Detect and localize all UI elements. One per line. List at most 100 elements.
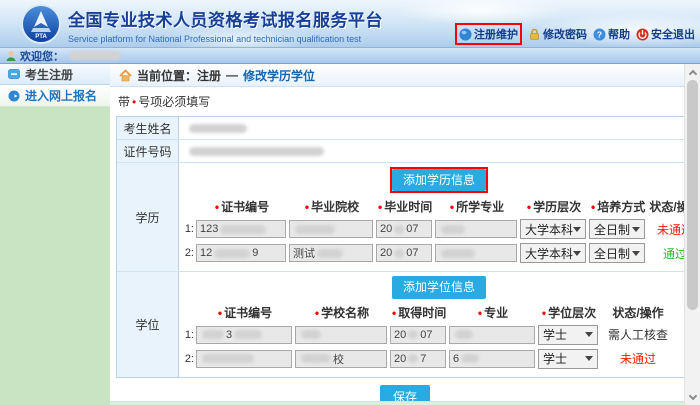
breadcrumb-location: 当前位置：注册 [137,67,221,84]
column-training-mode: •培养方式 [589,198,645,215]
column-degree-level: •学位层次 [538,304,598,321]
graduate-date-input[interactable]: 2007 [376,244,432,262]
site-logo-icon: PTA [20,3,62,45]
degree-columns-header: •证书编号 •学校名称 •取得时间 •专业 •学位层次 状态/操作 [181,304,697,321]
sidebar-item-enter-registration[interactable]: 进入网上报名 [0,85,110,107]
sidebar-item-candidate-register-label: 考生注册 [25,66,73,83]
column-cert-number: •证书编号 [196,198,286,215]
collapse-icon [8,68,20,80]
degree-section-label: 学位 [117,272,179,376]
scroll-down-button[interactable] [685,389,700,405]
training-mode-select[interactable]: 全日制 [589,219,645,239]
school-name-input[interactable] [295,326,387,344]
column-cert-number: •证书编号 [196,304,292,321]
chevron-down-icon [585,356,593,361]
row-index: 2: [181,353,196,365]
graduate-school-input[interactable] [289,220,373,238]
column-obtain-date: •取得时间 [390,304,446,321]
nav-change-password[interactable]: 修改密码 [528,26,587,42]
sidebar-item-enter-registration-label: 进入网上报名 [25,87,97,104]
education-level-select[interactable]: 大学本科 [520,219,586,239]
header-links: 注册维护 修改密码 ? 帮助 安全退出 [455,23,695,45]
lock-icon [528,28,541,41]
major-input[interactable] [435,220,517,238]
major-input[interactable] [449,326,535,344]
add-degree-button[interactable]: 添加学位信息 [392,276,486,298]
sidebar-item-candidate-register[interactable]: 考生注册 [0,64,110,85]
scroll-up-button[interactable] [685,64,700,80]
svg-text:?: ? [597,29,602,39]
site-subtitle: Service platform for National Profession… [68,34,383,44]
education-row-1: 1: 123 2007 大学本科 全日制 未通过 [181,219,697,239]
cert-number-input[interactable]: 3 [196,326,292,344]
column-major: •专业 [449,304,535,321]
row-index: 1: [181,223,196,235]
cert-number-input[interactable]: 123 [196,220,286,238]
cert-number-input[interactable] [196,350,292,368]
power-icon [636,28,649,41]
degree-section-row: 学位 添加学位信息 •证书编号 •学校名称 •取得时间 •专业 •学位层次 状态… [117,272,697,376]
row-index: 1: [181,329,196,341]
chevron-down-icon [585,332,593,337]
column-school-name: •学校名称 [295,304,387,321]
scrollbar-thumb[interactable] [687,80,698,310]
chevron-up-icon [688,69,696,77]
breadcrumb-current-link[interactable]: 修改学历学位 [243,67,315,84]
major-input[interactable] [435,244,517,262]
redacted-username [69,51,121,60]
major-input[interactable]: 6 [449,350,535,368]
vertical-scrollbar[interactable] [684,64,700,405]
home-icon [119,69,132,82]
candidate-name-label: 考生姓名 [117,117,179,139]
column-education-level: •学历层次 [520,198,586,215]
chevron-down-icon [632,227,640,232]
user-icon [5,50,17,62]
column-graduate-school: •毕业院校 [289,198,373,215]
candidate-name-row: 考生姓名 [117,117,697,140]
chevron-down-icon [573,251,581,256]
obtain-date-input[interactable]: 2007 [390,326,446,344]
education-row-2: 2: 129 测试 2007 大学本科 全日制 通过 [181,243,697,263]
education-level-select[interactable]: 大学本科 [520,243,586,263]
column-major: •所学专业 [435,198,517,215]
required-fields-note: 带•号项必须填写 [110,87,700,114]
row-index: 2: [181,247,196,259]
site-header: PTA 全国专业技术人员资格考试报名服务平台 Service platform … [0,0,700,48]
degree-row-2: 2: 校 207 6 学士 未通过 [181,349,697,369]
obtain-date-input[interactable]: 207 [390,350,446,368]
add-education-button[interactable]: 添加学历信息 [392,169,486,191]
education-section: 添加学历信息 •证书编号 •毕业院校 •毕业时间 •所学专业 •学历层次 •培养… [179,163,697,271]
page: PTA 全国专业技术人员资格考试报名服务平台 Service platform … [0,0,700,405]
degree-level-select[interactable]: 学士 [538,349,598,369]
nav-help-label: 帮助 [608,26,630,42]
status-text: 需人工核查 [601,326,675,343]
school-name-input[interactable]: 校 [295,350,387,368]
arrow-circle-icon [8,90,20,102]
nav-help[interactable]: ? 帮助 [593,26,630,42]
sidebar: 考生注册 进入网上报名 [0,64,110,405]
graduate-school-input[interactable]: 测试 [289,244,373,262]
education-columns-header: •证书编号 •毕业院校 •毕业时间 •所学专业 •学历层次 •培养方式 状态/操… [181,198,697,215]
nav-logout-label: 安全退出 [651,26,695,42]
user-globe-icon [459,28,472,41]
graduate-date-input[interactable]: 2007 [376,220,432,238]
annotation-red-box: 添加学历信息 [390,167,488,193]
nav-register-maintain[interactable]: 注册维护 [455,23,522,45]
chevron-down-icon [688,391,696,399]
chevron-down-icon [632,251,640,256]
column-graduate-date: •毕业时间 [376,198,432,215]
id-number-value [179,140,697,162]
cert-number-input[interactable]: 129 [196,244,286,262]
bottom-strip [110,401,700,405]
breadcrumb-separator: — [226,68,238,82]
degree-section: 添加学位信息 •证书编号 •学校名称 •取得时间 •专业 •学位层次 状态/操作… [179,272,697,376]
status-text: 未通过 [601,350,675,367]
education-section-row: 学历 添加学历信息 •证书编号 •毕业院校 •毕业时间 •所学专业 •学历层次 [117,163,697,272]
required-dot: • [132,95,136,109]
degree-level-select[interactable]: 学士 [538,325,598,345]
training-mode-select[interactable]: 全日制 [589,243,645,263]
required-note-pre: 带 [118,95,130,109]
nav-logout[interactable]: 安全退出 [636,26,695,42]
column-status-action: 状态/操作 [601,304,675,321]
required-note-post: 号项必须填写 [138,95,210,109]
